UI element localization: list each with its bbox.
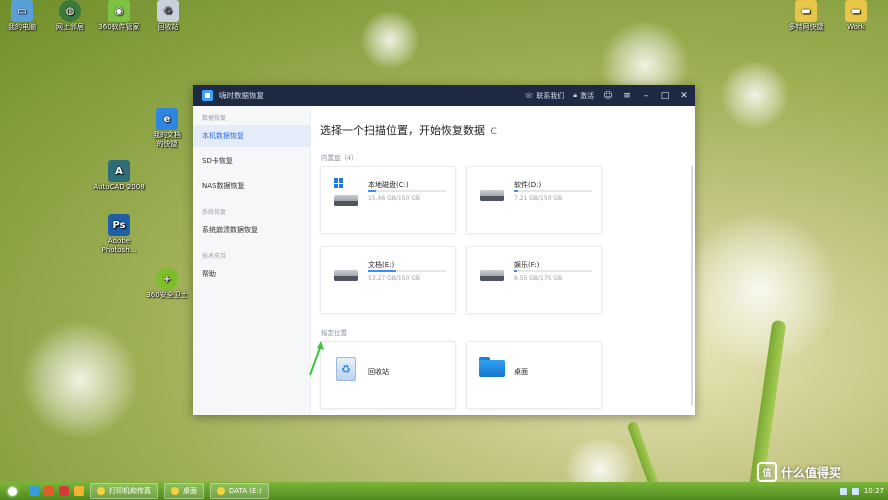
recycle-bin-icon: ♻ bbox=[336, 357, 356, 381]
recovery-app-window: 嗨时数据恢复 ☏ 联系我们 🔒︎ 激活 ☺ ≡ – □ ✕ 数据恢复 本机数据恢… bbox=[193, 85, 695, 415]
main-panel: 选择一个扫描位置，开始恢复数据 C 内置盘（4） 本地磁盘(C:) 15.46 … bbox=[311, 106, 695, 415]
windows-logo-icon bbox=[334, 178, 344, 188]
drive-card-f[interactable]: 娱乐(F:) 6.55 GB/175 GB bbox=[466, 246, 602, 314]
app-logo-icon bbox=[202, 90, 213, 101]
sidebar-item-local-recovery[interactable]: 本机数据恢复 bbox=[193, 125, 310, 147]
documents-icon: e bbox=[156, 108, 178, 130]
refresh-icon[interactable]: C bbox=[491, 127, 497, 137]
photoshop-icon: Ps bbox=[108, 214, 130, 236]
activate-label: 激活 bbox=[580, 91, 594, 100]
hard-drive-icon bbox=[480, 267, 504, 281]
task-data-drive[interactable]: DATA (E:) bbox=[210, 483, 269, 499]
close-button[interactable]: ✕ bbox=[679, 91, 689, 101]
task-label: DATA (E:) bbox=[229, 487, 262, 495]
desktop-icon-360-security[interactable]: + 360安全卫士 bbox=[137, 268, 197, 300]
sidebar-section-recovery: 数据恢复 bbox=[202, 115, 227, 122]
headset-icon: ☏ bbox=[524, 91, 534, 100]
system-tray: 10:27 bbox=[839, 482, 888, 500]
drive-card-d[interactable]: 软件(D:) 7.21 GB/150 GB bbox=[466, 166, 602, 234]
task-label: 打印机和传真 bbox=[109, 487, 151, 495]
taskbar: 打印机和传真 桌面 DATA (E:) 10:27 bbox=[0, 482, 888, 500]
quicklaunch-ie-icon[interactable] bbox=[29, 486, 39, 496]
sidebar-section-system: 系统恢复 bbox=[202, 209, 227, 216]
watermark-logo-icon: 值 bbox=[757, 462, 777, 482]
drive-name: 文档(E:) bbox=[368, 261, 395, 269]
title-bar[interactable]: 嗨时数据恢复 ☏ 联系我们 🔒︎ 激活 ☺ ≡ – □ ✕ bbox=[193, 85, 695, 106]
hard-drive-icon bbox=[334, 267, 358, 281]
task-printers[interactable]: 打印机和传真 bbox=[90, 483, 158, 499]
drive-card-e[interactable]: 文档(E:) 53.27 GB/150 GB bbox=[320, 246, 456, 314]
desktop-icon-folder-work[interactable]: ▬ Work bbox=[826, 0, 886, 32]
sidebar-item-nas-recovery[interactable]: NAS数据恢复 bbox=[193, 175, 310, 197]
maximize-button[interactable]: □ bbox=[660, 91, 670, 101]
watermark-text: 什么值得买 bbox=[781, 465, 842, 480]
sidebar: 数据恢复 本机数据恢复 SD卡恢复 NAS数据恢复 系统恢复 系统崩溃数据恢复 … bbox=[193, 106, 311, 415]
desktop-icon bbox=[171, 487, 179, 495]
drive-usage-bar bbox=[514, 270, 592, 272]
drive-usage-bar bbox=[368, 270, 446, 272]
clock[interactable]: 10:27 bbox=[864, 487, 884, 495]
autocad-icon: A bbox=[108, 160, 130, 182]
contact-us-label: 联系我们 bbox=[536, 91, 565, 100]
printer-icon bbox=[97, 487, 105, 495]
sidebar-item-system-crash[interactable]: 系统崩溃数据恢复 bbox=[193, 219, 310, 241]
minimize-button[interactable]: – bbox=[641, 91, 651, 101]
folder-icon: ▬ bbox=[795, 0, 817, 22]
drive-usage-bar bbox=[514, 190, 592, 192]
drive-card-c[interactable]: 本地磁盘(C:) 15.46 GB/150 GB bbox=[320, 166, 456, 234]
quicklaunch-security-icon[interactable] bbox=[59, 486, 69, 496]
recycle-bin-icon: ♻ bbox=[157, 0, 179, 22]
desktop-icon-recycle-bin[interactable]: ♻ 回收站 bbox=[138, 0, 198, 32]
network-icon: ◍ bbox=[59, 0, 81, 22]
task-label: 桌面 bbox=[183, 487, 197, 495]
annotation-arrow-icon bbox=[309, 341, 324, 376]
task-desktop[interactable]: 桌面 bbox=[164, 483, 204, 499]
drive-size: 53.27 GB/150 GB bbox=[368, 275, 420, 282]
hard-drive-icon bbox=[480, 187, 504, 201]
my-computer-icon: ▭ bbox=[11, 0, 33, 22]
account-icon[interactable]: ☺ bbox=[603, 91, 613, 101]
folder-icon bbox=[217, 487, 225, 495]
hard-drive-icon bbox=[334, 192, 358, 206]
location-name: 回收站 bbox=[368, 368, 389, 376]
contact-us-button[interactable]: ☏ 联系我们 bbox=[525, 91, 565, 101]
drive-size: 7.21 GB/150 GB bbox=[514, 195, 563, 202]
start-button[interactable] bbox=[0, 482, 24, 500]
drive-name: 娱乐(F:) bbox=[514, 261, 540, 269]
watermark: 值 什么值得买 bbox=[757, 462, 841, 482]
page-title: 选择一个扫描位置，开始恢复数据 C bbox=[320, 122, 497, 138]
app-title: 嗨时数据恢复 bbox=[219, 91, 264, 100]
sidebar-section-support: 技术支持 bbox=[202, 253, 227, 260]
activate-button[interactable]: 🔒︎ 激活 bbox=[573, 91, 594, 101]
start-orb-icon bbox=[7, 486, 17, 496]
sidebar-item-help[interactable]: 帮助 bbox=[193, 263, 310, 285]
location-name: 桌面 bbox=[514, 368, 528, 376]
security-icon: + bbox=[156, 268, 178, 290]
location-card-desktop[interactable]: 桌面 bbox=[466, 341, 602, 409]
folder-icon: ▬ bbox=[845, 0, 867, 22]
specified-location-label: 指定位置 bbox=[321, 329, 347, 337]
sidebar-item-sd-recovery[interactable]: SD卡恢复 bbox=[193, 150, 310, 172]
location-card-recycle-bin[interactable]: ♻ 回收站 bbox=[320, 341, 456, 409]
drive-name: 软件(D:) bbox=[514, 181, 542, 189]
quicklaunch-player-icon[interactable] bbox=[44, 486, 54, 496]
scrollbar[interactable] bbox=[691, 166, 693, 406]
lock-icon: 🔒︎ bbox=[573, 91, 577, 99]
menu-icon[interactable]: ≡ bbox=[622, 91, 632, 101]
quicklaunch-app-icon[interactable] bbox=[74, 486, 84, 496]
app-store-icon: ◉ bbox=[108, 0, 130, 22]
drive-size: 6.55 GB/175 GB bbox=[514, 275, 563, 282]
page-title-text: 选择一个扫描位置，开始恢复数据 bbox=[320, 124, 485, 137]
internal-drives-label: 内置盘（4） bbox=[321, 154, 358, 162]
tray-volume-icon[interactable] bbox=[851, 487, 859, 495]
tray-network-icon[interactable] bbox=[839, 487, 847, 495]
desktop-icon-photoshop[interactable]: Ps Adobe Photosh... bbox=[89, 214, 149, 255]
drive-name: 本地磁盘(C:) bbox=[368, 181, 409, 189]
desktop-folder-icon bbox=[479, 357, 505, 377]
drive-size: 15.46 GB/150 GB bbox=[368, 195, 420, 202]
desktop-icon-autocad[interactable]: A AutoCAD 2008 bbox=[89, 160, 149, 192]
desktop-icon-my-documents[interactable]: e 我的文档 的快捷 bbox=[137, 108, 197, 149]
drive-usage-bar bbox=[368, 190, 446, 192]
